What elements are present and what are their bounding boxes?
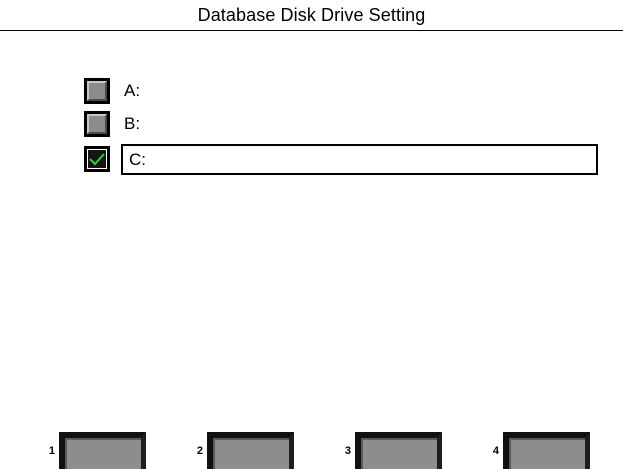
drive-c-checkbox[interactable] <box>84 146 110 172</box>
drive-b-label: B: <box>124 114 141 133</box>
drive-a-label: A: <box>124 81 141 100</box>
drive-c-selected-field[interactable]: C: <box>121 144 598 175</box>
drive-a-checkbox[interactable] <box>84 78 110 104</box>
drive-b-checkbox[interactable] <box>84 111 110 137</box>
function-key-number: 3 <box>344 445 351 457</box>
unchecked-box-icon <box>87 81 107 101</box>
title-bar: Database Disk Drive Setting <box>0 0 623 31</box>
function-key-number: 4 <box>492 445 499 457</box>
unchecked-box-icon <box>87 114 107 134</box>
function-key-3-button[interactable] <box>355 432 442 469</box>
drive-c-label: C: <box>129 150 146 169</box>
page-title: Database Disk Drive Setting <box>197 5 426 25</box>
checkmark-icon <box>89 153 105 166</box>
function-key-2-button[interactable] <box>207 432 294 469</box>
function-key-number: 1 <box>48 445 55 457</box>
function-key-1-button[interactable] <box>59 432 146 469</box>
function-key-number: 2 <box>196 445 203 457</box>
function-key-4-button[interactable] <box>503 432 590 469</box>
